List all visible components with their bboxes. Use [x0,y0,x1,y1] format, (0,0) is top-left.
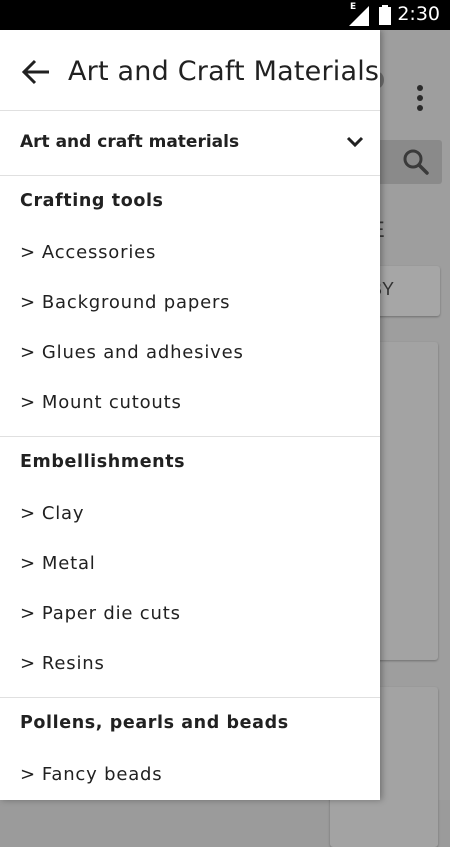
item-prefix: > [20,764,36,785]
drawer-title: Art and Craft Materials [68,56,380,87]
item-prefix: > [20,653,36,674]
section-title: Crafting tools [20,191,164,211]
subcategory-label: Glues and adhesives [41,342,244,363]
category-dropdown[interactable]: Art and craft materials [0,111,380,176]
subcategory-label: Paper die cuts [41,603,181,624]
subcategory-link[interactable]: > Accessories [0,226,380,276]
subcategory-label: Mount cutouts [41,392,182,413]
status-bar: E 2:30 [0,0,450,30]
subcategory-label: Clay [41,503,85,524]
section-title: Pollens, pearls and beads [20,713,289,733]
drawer-section: Embellishments > Clay > Metal > Paper die cuts… [0,437,380,698]
subcategory-link[interactable]: > Mount cutouts [0,376,380,426]
section-title: Embellishments [20,452,186,472]
subcategory-label: Background papers [41,292,231,313]
subcategory-link[interactable]: > Paper die cuts [0,587,380,637]
battery-icon [379,5,391,25]
subcategory-link[interactable]: > Metal [0,537,380,587]
item-prefix: > [20,603,36,624]
subcategory-link[interactable]: > Fancy beads [0,748,380,798]
subcategory-link[interactable]: > Clay [0,487,380,537]
category-sections: Crafting tools > Accessories > Background pa… [0,176,380,800]
item-prefix: > [20,503,36,524]
subcategory-link[interactable]: > Resins [0,637,380,687]
subcategory-label: Fancy beads [41,764,163,785]
navigation-drawer: Art and Craft Materials Art and craft ma… [0,30,380,800]
drawer-header: Art and Craft Materials [0,30,380,111]
drawer-section: Crafting tools > Accessories > Background pa… [0,176,380,437]
subcategory-link[interactable]: > Glues and adhesives [0,326,380,376]
chevron-down-icon[interactable] [346,135,364,149]
item-prefix: > [20,392,36,413]
item-prefix: > [20,292,36,313]
subcategory-label: Accessories [41,242,157,263]
item-prefix: > [20,553,36,574]
signal-icon [349,6,369,26]
item-prefix: > [20,342,36,363]
arrow-left-icon[interactable] [20,58,52,86]
category-label: Art and craft materials [20,132,240,152]
item-prefix: > [20,242,36,263]
drawer-section: Pollens, pearls and beads > Fancy beads [0,698,380,800]
overflow-menu-icon[interactable] [410,82,430,114]
subcategory-label: Metal [41,553,96,574]
subcategory-link[interactable]: > Background papers [0,276,380,326]
status-time: 2:30 [397,3,440,25]
search-icon[interactable] [402,148,430,176]
subcategory-label: Resins [41,653,105,674]
